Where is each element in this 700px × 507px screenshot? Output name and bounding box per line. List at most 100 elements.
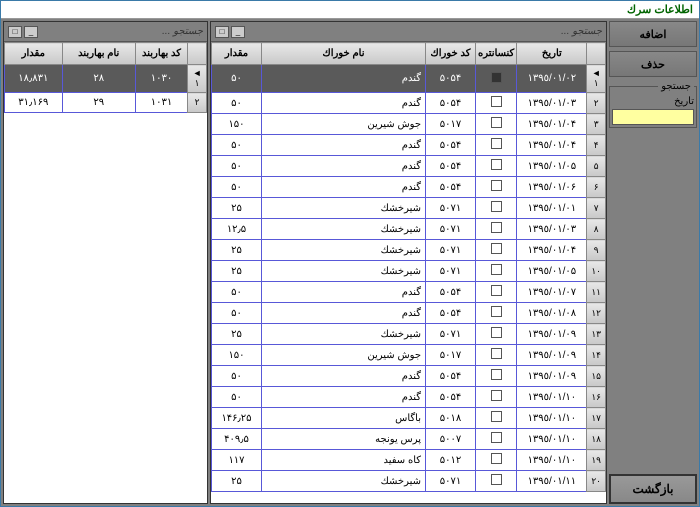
cell-date: ١٣٩٥/٠١/٠٩ <box>517 345 587 366</box>
cell-code: ۵٠١٢ <box>426 450 476 471</box>
cell-concentrate[interactable] <box>476 198 517 219</box>
cell-concentrate[interactable] <box>476 387 517 408</box>
cell-date: ١٣٩٥/٠١/٠۴ <box>517 135 587 156</box>
cell-name: پرس یونجه <box>262 429 426 450</box>
cell-concentrate[interactable] <box>476 65 517 93</box>
table-row[interactable]: ١٨١٣٩٥/٠١/١٠۵٠٠٧پرس یونجه۴٠٩٫۵ <box>212 429 606 450</box>
table-row[interactable]: ٨١٣٩٥/٠١/٠٣۵٠٧١شيرخشك١٢٫۵ <box>212 219 606 240</box>
cell-qty: ۵٠ <box>212 303 262 324</box>
cell-concentrate[interactable] <box>476 303 517 324</box>
cell-name: باگاس <box>262 408 426 429</box>
cell-name: گندم <box>262 177 426 198</box>
main-area: اضافه حذف جستجو تاریخ بازگشت جستجو ... _… <box>1 19 699 506</box>
cell-concentrate[interactable] <box>476 345 517 366</box>
cell-name: گندم <box>262 156 426 177</box>
cell-code: ۵٠۵۴ <box>426 156 476 177</box>
cell-qty: ١۵٠ <box>212 114 262 135</box>
cell-date: ١٣٩٥/٠١/٠٣ <box>517 219 587 240</box>
row-number: ۶ <box>587 177 606 198</box>
cell-name: گندم <box>262 366 426 387</box>
cell-concentrate[interactable] <box>476 177 517 198</box>
col-date[interactable]: تاریخ <box>517 43 587 65</box>
row-number: ◄ ١ <box>188 65 207 93</box>
main-grid-scroll[interactable]: تاریخ کنسانتره كد خوراك نام خوراك مقدار … <box>211 42 606 503</box>
cell-qty: ۵٠ <box>212 93 262 114</box>
table-row[interactable]: ١۶١٣٩٥/٠١/١٠۵٠۵۴گندم۵٠ <box>212 387 606 408</box>
table-row[interactable]: ۶١٣٩٥/٠١/٠۶۵٠۵۴گندم۵٠ <box>212 177 606 198</box>
col-qty[interactable]: مقدار <box>212 43 262 65</box>
cell-name: جوش شیرین <box>262 345 426 366</box>
cell-name: شيرخشك <box>262 240 426 261</box>
search-group: جستجو تاریخ <box>609 81 697 128</box>
search-hint: جستجو ... <box>162 26 203 37</box>
cell-concentrate[interactable] <box>476 471 517 492</box>
cell-concentrate[interactable] <box>476 324 517 345</box>
table-row[interactable]: ٣١٣٩٥/٠١/٠۴۵٠١٧جوش شیرین١۵٠ <box>212 114 606 135</box>
table-row[interactable]: ٧١٣٩٥/٠١/٠١۵٠٧١شیرخشك٢۵ <box>212 198 606 219</box>
col-barn-code[interactable]: كد بهاربند <box>135 43 187 65</box>
add-button[interactable]: اضافه <box>609 21 697 47</box>
col-qty[interactable]: مقدار <box>5 43 63 65</box>
table-row[interactable]: ١٩١٣٩٥/٠١/١٠۵٠١٢كاه سفید١١٧ <box>212 450 606 471</box>
cell-concentrate[interactable] <box>476 261 517 282</box>
col-feed-name[interactable]: نام خوراك <box>262 43 426 65</box>
cell-code: ۵٠٧١ <box>426 219 476 240</box>
cell-qty: ١۴۶٫٢۵ <box>212 408 262 429</box>
table-row[interactable]: ٢٠١٣٩٥/٠١/١١۵٠٧١شيرخشك٢۵ <box>212 471 606 492</box>
maximize-icon[interactable]: □ <box>215 26 229 38</box>
cell-concentrate[interactable] <box>476 156 517 177</box>
cell-name: گندم <box>262 387 426 408</box>
cell-concentrate[interactable] <box>476 408 517 429</box>
table-row[interactable]: ١٢١٣٩٥/٠١/٠٨۵٠۵۴گندم۵٠ <box>212 303 606 324</box>
table-row[interactable]: ٩١٣٩٥/٠١/٠۴۵٠٧١شيرخشك٢۵ <box>212 240 606 261</box>
cell-name: گندم <box>262 303 426 324</box>
col-feed-code[interactable]: كد خوراك <box>426 43 476 65</box>
row-number: ١٠ <box>587 261 606 282</box>
table-row[interactable]: ١۴١٣٩٥/٠١/٠٩۵٠١٧جوش شیرین١۵٠ <box>212 345 606 366</box>
side-grid-scroll[interactable]: كد بهاربند نام بهاربند مقدار ◄ ١١٠٣٠٢٨١٨… <box>4 42 207 503</box>
cell-qty: ۵٠ <box>212 135 262 156</box>
cell-name: شيرخشك <box>262 471 426 492</box>
row-number: ۴ <box>587 135 606 156</box>
table-row[interactable]: ١٧١٣٩٥/٠١/١٠۵٠١٨باگاس١۴۶٫٢۵ <box>212 408 606 429</box>
cell-concentrate[interactable] <box>476 93 517 114</box>
table-row[interactable]: ١۵١٣٩٥/٠١/٠٩۵٠۵۴گندم۵٠ <box>212 366 606 387</box>
minimize-icon[interactable]: _ <box>24 26 38 38</box>
row-number: ١١ <box>587 282 606 303</box>
col-barn-name[interactable]: نام بهاربند <box>62 43 135 65</box>
minimize-icon[interactable]: _ <box>231 26 245 38</box>
cell-concentrate[interactable] <box>476 240 517 261</box>
cell-concentrate[interactable] <box>476 450 517 471</box>
delete-button[interactable]: حذف <box>609 51 697 77</box>
maximize-icon[interactable]: □ <box>8 26 22 38</box>
table-row[interactable]: ٢١٣٩٥/٠١/٠٣۵٠۵۴گندم۵٠ <box>212 93 606 114</box>
cell-concentrate[interactable] <box>476 114 517 135</box>
table-row[interactable]: ٢١٠٣١٢٩٣١٫١۶٩ <box>5 93 207 113</box>
back-button[interactable]: بازگشت <box>609 474 697 504</box>
cell-concentrate[interactable] <box>476 219 517 240</box>
cell-concentrate[interactable] <box>476 135 517 156</box>
table-row[interactable]: ۴١٣٩٥/٠١/٠۴۵٠۵۴گندم۵٠ <box>212 135 606 156</box>
table-row[interactable]: ◄ ١١٣٩٥/٠١/٠٢۵٠۵۴گندم۵٠ <box>212 65 606 93</box>
side-grid: كد بهاربند نام بهاربند مقدار ◄ ١١٠٣٠٢٨١٨… <box>4 42 207 113</box>
date-input[interactable] <box>612 109 694 125</box>
cell-concentrate[interactable] <box>476 366 517 387</box>
cell-name: كاه سفید <box>262 450 426 471</box>
cell-concentrate[interactable] <box>476 282 517 303</box>
cell-concentrate[interactable] <box>476 429 517 450</box>
cell-code: ۵٠۵۴ <box>426 282 476 303</box>
cell-date: ١٣٩٥/٠١/٠٨ <box>517 303 587 324</box>
date-label: تاریخ <box>612 96 694 107</box>
table-row[interactable]: ١١١٣٩٥/٠١/٠٧۵٠۵۴گندم۵٠ <box>212 282 606 303</box>
table-row[interactable]: ۵١٣٩٥/٠١/٠۵۵٠۵۴گندم۵٠ <box>212 156 606 177</box>
row-number: ٧ <box>587 198 606 219</box>
cell-code: ۵٠٧١ <box>426 261 476 282</box>
table-row[interactable]: ١٠١٣٩٥/٠١/٠۵۵٠٧١شيرخشك٢۵ <box>212 261 606 282</box>
cell-date: ١٣٩٥/٠١/٠۶ <box>517 177 587 198</box>
table-row[interactable]: ◄ ١١٠٣٠٢٨١٨٫٨٣١ <box>5 65 207 93</box>
col-concentrate[interactable]: کنسانتره <box>476 43 517 65</box>
table-row[interactable]: ١٣١٣٩٥/٠١/٠٩۵٠٧١شيرخشك٢۵ <box>212 324 606 345</box>
cell-name: شيرخشك <box>262 261 426 282</box>
panel-header: جستجو ... _ □ <box>211 22 606 42</box>
cell-name: گندم <box>262 65 426 93</box>
